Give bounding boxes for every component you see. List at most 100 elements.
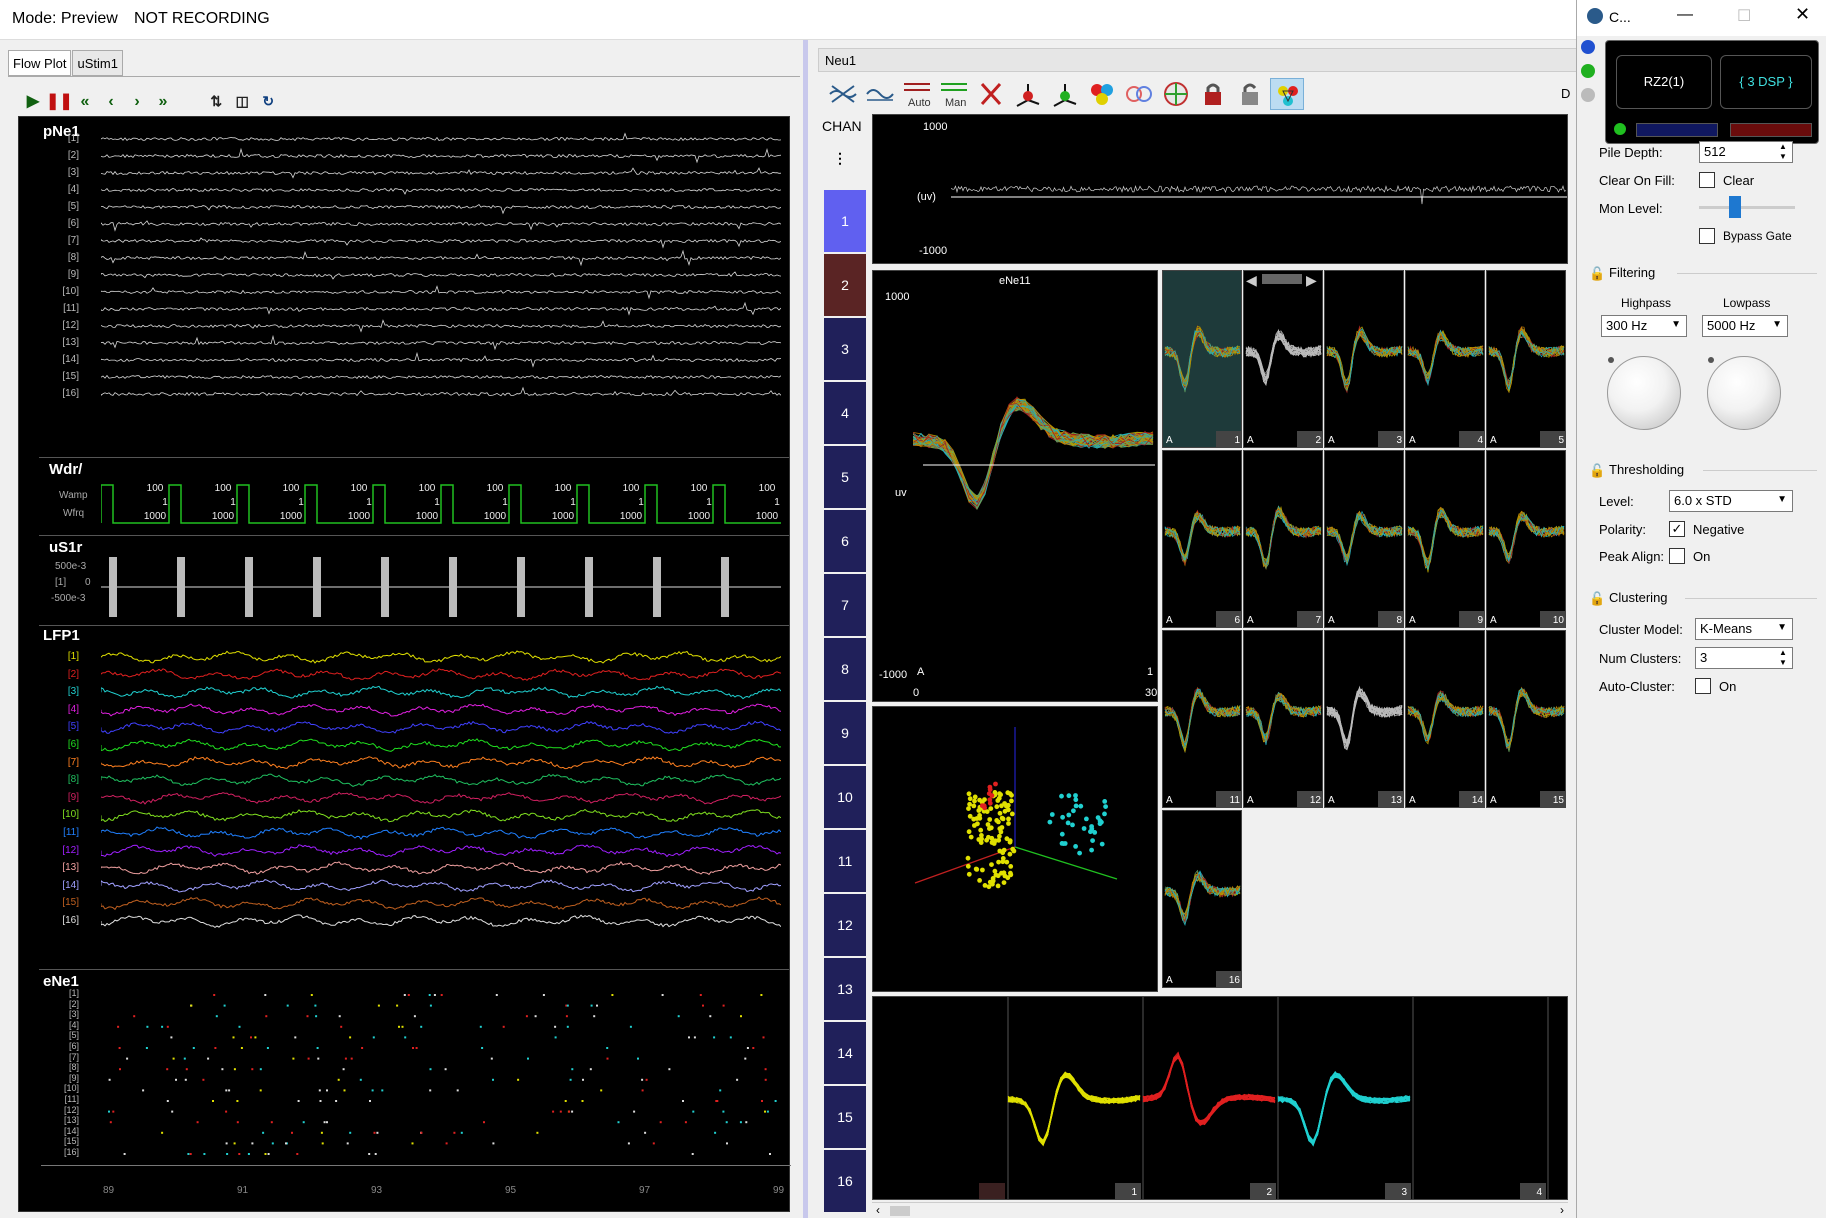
stream-plot[interactable]: 1000 (uv) -1000 <box>872 114 1568 264</box>
channel-button[interactable]: 7 <box>824 574 866 636</box>
filtering-lock-icon[interactable]: 🔓 <box>1589 266 1605 282</box>
channel-cell[interactable]: A7 <box>1243 450 1323 628</box>
pne1-trace <box>101 285 781 300</box>
mon-level-label: Mon Level: <box>1599 201 1663 216</box>
clear-icon[interactable] <box>974 78 1008 110</box>
horizontal-scrollbar[interactable]: ‹ › <box>872 1202 1568 1218</box>
device-panel[interactable]: RZ2(1) { 3 DSP } <box>1605 40 1819 144</box>
cluster-scatter-plot[interactable] <box>872 706 1158 992</box>
channel-button[interactable]: 14 <box>824 1022 866 1084</box>
cross-trace-icon[interactable] <box>826 78 860 110</box>
lowpass-select[interactable]: 5000 Hz ▼ <box>1702 315 1788 337</box>
pile-depth-spinner[interactable]: ▲ ▼ <box>1779 142 1787 162</box>
cluster-model-select[interactable]: K-Means ▼ <box>1695 618 1793 640</box>
cluster-color-icon[interactable] <box>1270 78 1304 110</box>
unlock-icon[interactable] <box>1233 78 1267 110</box>
channel-button[interactable]: 10 <box>824 766 866 828</box>
channel-cell[interactable]: A8 <box>1324 450 1404 628</box>
channel-cell[interactable]: A 15 <box>1486 630 1566 808</box>
maximize-icon[interactable]: ☐ <box>1737 6 1751 26</box>
channel-button[interactable]: 11 <box>824 830 866 892</box>
collapse-icon[interactable]: ⇅ <box>203 90 229 112</box>
panel-splitter[interactable] <box>803 40 808 1218</box>
flow-plot[interactable]: pNe1 Wdr/ Wamp Wfrq 100 1 1000 100 1 1000 100 1… <box>18 116 791 1212</box>
globe-icon[interactable] <box>1159 78 1193 110</box>
scroll-thumb[interactable] <box>890 1206 910 1216</box>
channel-cell[interactable]: A3 <box>1324 270 1404 448</box>
close-icon[interactable]: ✕ <box>1795 4 1810 25</box>
channel-button[interactable]: 8 <box>824 638 866 700</box>
channel-cell[interactable]: A4 <box>1405 270 1485 448</box>
step-back-icon[interactable]: ‹ <box>98 91 124 113</box>
channel-button[interactable]: 1 <box>824 190 866 252</box>
spike-tick <box>691 1153 694 1155</box>
channel-button[interactable]: 16 <box>824 1150 866 1212</box>
channel-button[interactable]: 9 <box>824 702 866 764</box>
clear-checkbox-label: Clear <box>1723 173 1755 188</box>
channel-button[interactable]: 15 <box>824 1086 866 1148</box>
lowpass-knob[interactable] <box>1707 356 1781 430</box>
grid-prev-icon[interactable]: ◀ <box>1246 272 1257 289</box>
forward-fast-icon[interactable]: » <box>150 91 176 113</box>
channel-button[interactable]: 13 <box>824 958 866 1020</box>
rewind-fast-icon[interactable]: « <box>72 91 98 113</box>
axis-green-icon[interactable] <box>1048 78 1082 110</box>
highpass-select[interactable]: 300 Hz ▼ <box>1601 315 1687 337</box>
highpass-knob[interactable] <box>1607 356 1681 430</box>
peak-align-checkbox[interactable] <box>1669 548 1685 564</box>
scroll-left-icon[interactable]: ‹ <box>876 1203 880 1217</box>
channel-button[interactable]: 6 <box>824 510 866 572</box>
mon-level-slider[interactable] <box>1729 196 1741 218</box>
spike-tick <box>338 1015 341 1018</box>
manual-threshold-icon[interactable]: Man <box>937 78 971 110</box>
cluster-point <box>967 801 972 807</box>
channel-cell[interactable]: A9 <box>1405 450 1485 628</box>
channel-button[interactable]: 12 <box>824 894 866 956</box>
clustering-lock-icon[interactable]: 🔓 <box>1589 591 1605 607</box>
grid-next-icon[interactable]: ▶ <box>1306 272 1317 289</box>
tab-flow-plot[interactable]: Flow Plot <box>8 50 72 76</box>
clear-checkbox[interactable] <box>1699 172 1715 188</box>
channel-button[interactable]: 4 <box>824 382 866 444</box>
channel-button[interactable]: 3 <box>824 318 866 380</box>
cluster-point <box>1002 801 1007 806</box>
spike-tick <box>552 1110 555 1113</box>
auto-threshold-icon[interactable]: Auto <box>900 78 934 110</box>
channel-cell[interactable]: A 12 <box>1243 630 1323 808</box>
color-dots-icon[interactable] <box>1085 78 1119 110</box>
pause-icon[interactable]: ❚❚ <box>46 91 73 113</box>
channel-cell[interactable]: A6 <box>1162 450 1242 628</box>
grid-scroll-thumb[interactable] <box>1262 274 1302 284</box>
scroll-right-icon[interactable]: › <box>1560 1203 1564 1217</box>
wave-icon[interactable] <box>863 78 897 110</box>
export-icon[interactable]: ◫ <box>229 90 255 112</box>
level-select[interactable]: 6.0 x STD ▼ <box>1669 490 1793 512</box>
channel-cell[interactable]: A 11 <box>1162 630 1242 808</box>
channel-cell[interactable]: A 16 <box>1162 810 1242 988</box>
channel-cell[interactable]: A 13 <box>1324 630 1404 808</box>
axis-red-icon[interactable] <box>1011 78 1045 110</box>
channel-button[interactable]: 2 <box>824 254 866 316</box>
channel-cell[interactable]: A5 <box>1486 270 1566 448</box>
step-forward-icon[interactable]: › <box>124 91 150 113</box>
spike-tick <box>189 1153 192 1155</box>
spike-snippet-plot[interactable]: eNe11 1000 uv -1000 0 30 A1 <box>872 270 1158 702</box>
polarity-checkbox[interactable]: ✓ <box>1669 521 1685 537</box>
channel-cell[interactable]: A2 <box>1243 270 1323 448</box>
play-icon[interactable]: ▶ <box>20 91 46 113</box>
channel-cell[interactable]: A1 <box>1162 270 1242 448</box>
channel-cell[interactable]: A 14 <box>1405 630 1485 808</box>
thresholding-lock-icon[interactable]: 🔓 <box>1589 463 1605 479</box>
spike-tick <box>641 1089 644 1092</box>
rings-icon[interactable] <box>1122 78 1156 110</box>
auto-cluster-checkbox[interactable] <box>1695 678 1711 694</box>
chan-scroll-icon[interactable]: ⋮ <box>833 150 847 167</box>
tab-ustim1[interactable]: uStim1 <box>72 50 123 76</box>
channel-cell[interactable]: A 10 <box>1486 450 1566 628</box>
minimize-icon[interactable]: — <box>1677 6 1693 24</box>
lock-icon[interactable] <box>1196 78 1230 110</box>
channel-button[interactable]: 5 <box>824 446 866 508</box>
bypass-gate-checkbox[interactable] <box>1699 228 1715 244</box>
num-clusters-spinner[interactable]: ▲ ▼ <box>1779 648 1787 668</box>
refresh-icon[interactable]: ↻ <box>255 90 281 112</box>
